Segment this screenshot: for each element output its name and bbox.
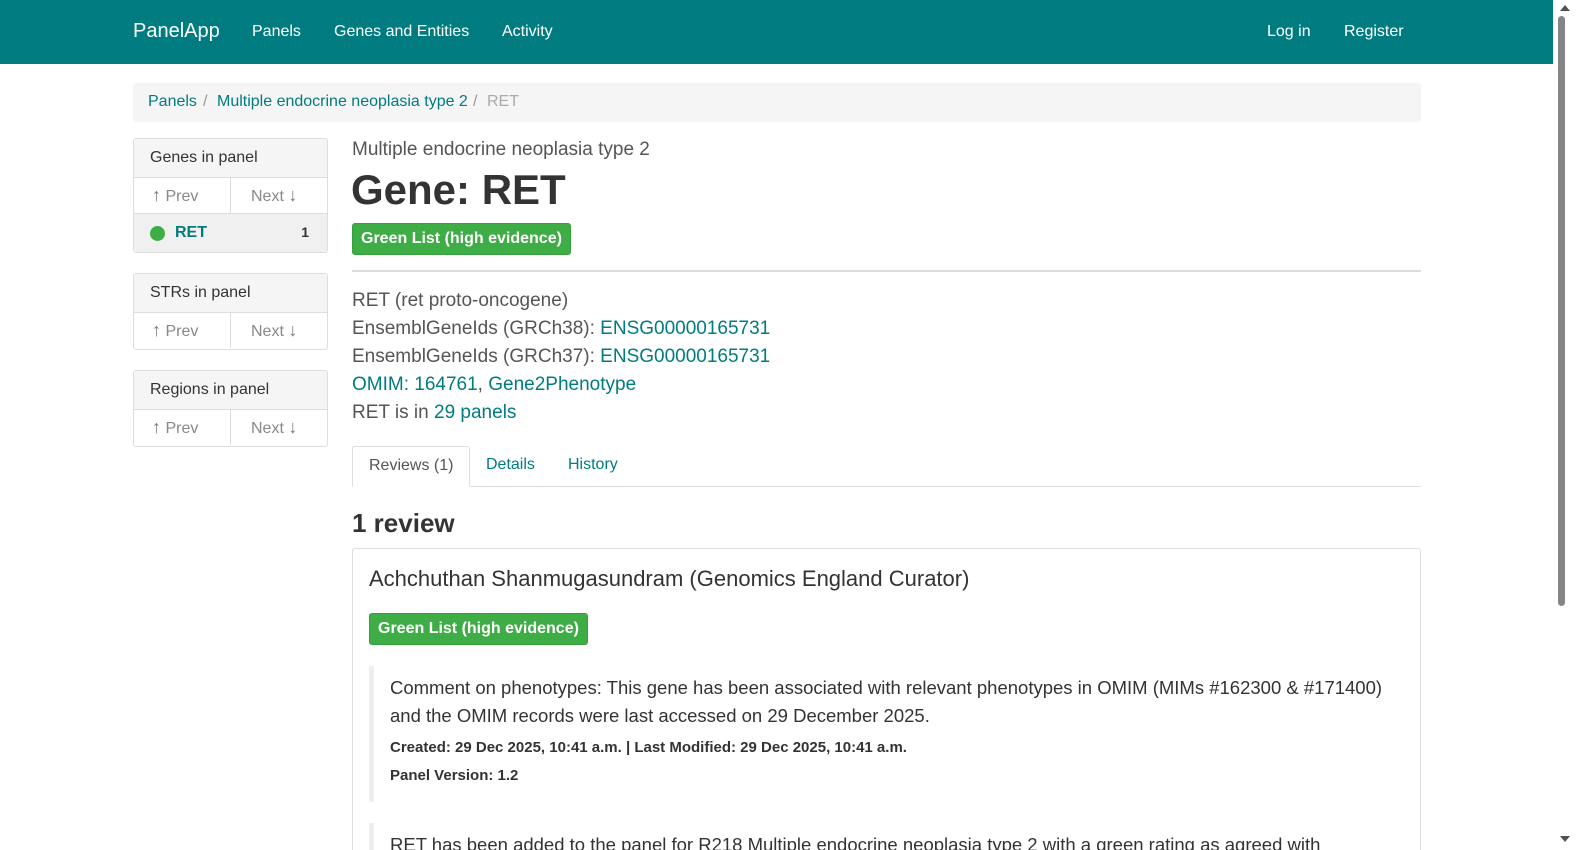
page-title: Gene: RET (351, 166, 566, 213)
ensembl-grch38-label: EnsemblGeneIds (GRCh38): (352, 318, 601, 339)
genes-in-panel-box: Genes in panel ↑ Prev Next ↓ RET 1 (133, 138, 328, 253)
prev-label: Prev (165, 323, 199, 340)
gene-symbol-line: RET (ret proto-oncogene) (352, 290, 569, 311)
regions-prev-button[interactable]: ↑ Prev (134, 410, 231, 445)
regions-in-panel-box: Regions in panel ↑ Prev Next ↓ (133, 370, 328, 447)
review-comment-block: Comment on phenotypes: This gene has bee… (369, 666, 1405, 802)
review-count-heading: 1 review (352, 508, 455, 538)
review-comment-text: Comment on phenotypes: This gene has bee… (390, 677, 1383, 726)
panel-subtitle: Multiple endocrine neoplasia type 2 (352, 139, 650, 160)
scrollbar-thumb[interactable] (1558, 16, 1565, 606)
top-navbar: PanelApp Panels Genes and Entities Activ… (0, 0, 1553, 64)
omim-link[interactable]: OMIM: 164761 (352, 374, 478, 395)
divider (352, 270, 1421, 272)
next-label: Next (251, 323, 284, 340)
strs-prev-button[interactable]: ↑ Prev (134, 313, 231, 348)
genes-prev-button[interactable]: ↑ Prev (134, 178, 231, 213)
genes-nav: ↑ Prev Next ↓ (134, 178, 327, 214)
ensembl-grch38-link[interactable]: ENSG00000165731 (600, 318, 770, 339)
breadcrumb-panel[interactable]: Multiple endocrine neoplasia type 2 (217, 83, 468, 121)
breadcrumb-panels[interactable]: Panels (148, 83, 197, 121)
review-card: Achchuthan Shanmugasundram (Genomics Eng… (352, 548, 1421, 850)
panels-prefix: RET is in (352, 402, 435, 423)
strs-next-button[interactable]: Next ↓ (231, 313, 327, 348)
page-scrollbar[interactable] (1553, 0, 1578, 850)
prev-label: Prev (165, 188, 199, 205)
breadcrumb-current: RET (487, 93, 519, 110)
login-link[interactable]: Log in (1267, 0, 1311, 64)
next-label: Next (251, 420, 284, 437)
external-links-line: OMIM: 164761, Gene2Phenotype (352, 371, 636, 399)
nav-genes-entities[interactable]: Genes and Entities (334, 0, 469, 64)
gene-count-badge: 1 (301, 224, 309, 240)
arrow-up-icon: ↑ (152, 320, 161, 340)
nav-activity[interactable]: Activity (502, 0, 553, 64)
scroll-up-icon[interactable] (1560, 5, 1570, 11)
tab-history[interactable]: History (568, 446, 618, 487)
ensembl-grch37-line: EnsemblGeneIds (GRCh37): ENSG00000165731 (352, 343, 770, 371)
register-link[interactable]: Register (1344, 0, 1404, 64)
genes-next-button[interactable]: Next ↓ (231, 178, 327, 213)
regions-nav: ↑ Prev Next ↓ (134, 410, 327, 446)
gene-list-item[interactable]: RET 1 (134, 214, 327, 252)
ensembl-grch37-label: EnsemblGeneIds (GRCh37): (352, 346, 601, 367)
panels-link[interactable]: 29 panels (434, 402, 516, 423)
tab-details[interactable]: Details (486, 446, 535, 487)
genes-in-panel-title: Genes in panel (134, 139, 327, 178)
review-timestamps: Created: 29 Dec 2025, 10:41 a.m. | Last … (390, 739, 907, 756)
review-rating-badge: Green List (high evidence) (369, 613, 588, 645)
review-comment-text: RET has been added to the panel for R218… (390, 834, 1321, 850)
comma: , (477, 374, 489, 395)
arrow-down-icon: ↓ (288, 185, 298, 205)
ensembl-grch38-line: EnsemblGeneIds (GRCh38): ENSG00000165731 (352, 315, 770, 343)
brand-link[interactable]: PanelApp (133, 0, 220, 64)
arrow-down-icon: ↓ (288, 320, 298, 340)
prev-label: Prev (165, 420, 199, 437)
gene2phenotype-link[interactable]: Gene2Phenotype (488, 374, 636, 395)
ensembl-grch37-link[interactable]: ENSG00000165731 (600, 346, 770, 367)
arrow-up-icon: ↑ (152, 417, 161, 437)
review-panel-version: Panel Version: 1.2 (390, 767, 519, 784)
strs-in-panel-box: STRs in panel ↑ Prev Next ↓ (133, 273, 328, 350)
green-status-icon (150, 226, 165, 241)
rating-badge: Green List (high evidence) (352, 223, 571, 255)
strs-in-panel-title: STRs in panel (134, 274, 327, 313)
arrow-down-icon: ↓ (288, 417, 298, 437)
arrow-up-icon: ↑ (152, 185, 161, 205)
review-comment-block: RET has been added to the panel for R218… (369, 823, 1405, 850)
tab-reviews[interactable]: Reviews (1) (352, 446, 471, 487)
nav-panels[interactable]: Panels (252, 0, 301, 64)
breadcrumb-separator: / (473, 93, 478, 110)
gene-tabs: Reviews (1) Details History (352, 446, 1421, 487)
regions-in-panel-title: Regions in panel (134, 371, 327, 410)
strs-nav: ↑ Prev Next ↓ (134, 313, 327, 349)
scroll-down-icon[interactable] (1560, 836, 1570, 842)
panels-count-line: RET is in 29 panels (352, 399, 516, 427)
regions-next-button[interactable]: Next ↓ (231, 410, 327, 445)
gene-link-ret[interactable]: RET (175, 214, 207, 251)
breadcrumb-separator: / (203, 93, 208, 110)
next-label: Next (251, 188, 284, 205)
breadcrumb: Panels / Multiple endocrine neoplasia ty… (133, 83, 1421, 122)
reviewer-name: Achchuthan Shanmugasundram (Genomics Eng… (369, 566, 970, 591)
